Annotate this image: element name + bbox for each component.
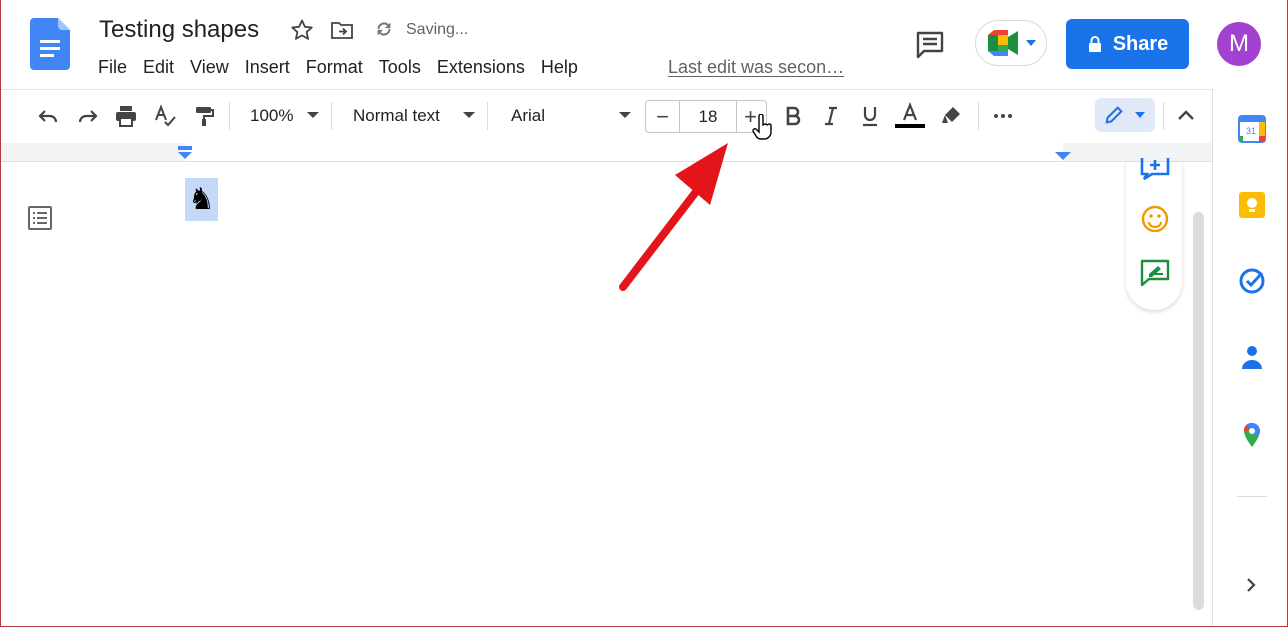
- editing-mode-button[interactable]: [1095, 98, 1155, 132]
- side-panel-divider: [1237, 496, 1267, 497]
- side-panel: 31: [1212, 89, 1288, 627]
- paint-format-icon[interactable]: [192, 104, 216, 128]
- floating-action-panel: [1126, 158, 1182, 310]
- contacts-icon[interactable]: [1238, 343, 1266, 371]
- outline-icon[interactable]: [26, 204, 54, 232]
- print-icon[interactable]: [114, 104, 138, 128]
- save-status: Saving...: [406, 21, 469, 38]
- avatar[interactable]: M: [1217, 22, 1261, 66]
- redo-icon[interactable]: [76, 104, 100, 128]
- style-dropdown-caret[interactable]: [463, 112, 475, 118]
- menu-file[interactable]: File: [90, 54, 135, 80]
- editing-mode-icon: [1105, 106, 1123, 124]
- underline-icon[interactable]: [858, 104, 882, 128]
- meet-dropdown-caret: [1026, 40, 1036, 46]
- menu-help[interactable]: Help: [533, 54, 586, 80]
- toolbar-separator: [1163, 102, 1164, 130]
- docs-logo-icon[interactable]: [30, 18, 70, 70]
- text-color-icon[interactable]: [895, 101, 925, 131]
- font-size-input[interactable]: 18: [679, 101, 737, 132]
- highlight-icon[interactable]: [939, 104, 963, 128]
- saving-sync-icon: [377, 22, 391, 36]
- editing-mode-caret: [1135, 112, 1145, 118]
- menu-format[interactable]: Format: [298, 54, 371, 80]
- toolbar-separator: [487, 102, 488, 130]
- toolbar-separator: [331, 102, 332, 130]
- toolbar-separator: [229, 102, 230, 130]
- document-title[interactable]: Testing shapes: [99, 14, 259, 46]
- font-dropdown-caret[interactable]: [619, 112, 631, 118]
- lock-icon: [1088, 36, 1101, 52]
- bold-icon[interactable]: [781, 104, 805, 128]
- maps-icon[interactable]: [1238, 421, 1266, 449]
- spellcheck-icon[interactable]: [153, 104, 177, 128]
- share-button[interactable]: Share: [1066, 19, 1189, 69]
- right-indent-marker-icon[interactable]: [1055, 152, 1071, 161]
- more-icon[interactable]: [991, 104, 1015, 128]
- decrease-font-size-button[interactable]: −: [646, 101, 679, 132]
- ruler-text-area: [185, 143, 1063, 161]
- svg-text:31: 31: [1246, 126, 1256, 136]
- tasks-icon[interactable]: [1238, 267, 1266, 295]
- share-label: Share: [1112, 32, 1169, 55]
- selected-knight-glyph[interactable]: ♞: [185, 178, 218, 221]
- font-size-stepper: − 18 +: [645, 100, 767, 133]
- font-family-select[interactable]: Arial: [511, 104, 545, 128]
- calendar-icon[interactable]: 31: [1238, 115, 1266, 143]
- paragraph-style-select[interactable]: Normal text: [353, 104, 440, 128]
- menu-view[interactable]: View: [182, 54, 237, 80]
- left-indent-marker-icon[interactable]: [176, 146, 194, 160]
- undo-icon[interactable]: [36, 104, 60, 128]
- menu-tools[interactable]: Tools: [371, 54, 429, 80]
- hand-cursor-icon: [752, 114, 772, 140]
- toolbar-separator: [978, 102, 979, 130]
- menu-extensions[interactable]: Extensions: [429, 54, 533, 80]
- toolbar: 100% Normal text Arial − 18 +: [0, 89, 1212, 143]
- vertical-scrollbar[interactable]: [1193, 212, 1204, 610]
- keep-icon[interactable]: [1238, 191, 1266, 219]
- comment-history-icon[interactable]: [912, 27, 948, 63]
- italic-icon[interactable]: [819, 104, 843, 128]
- emoji-reaction-icon[interactable]: [1140, 204, 1170, 234]
- collapse-icon[interactable]: [1174, 104, 1198, 128]
- zoom-dropdown-caret[interactable]: [307, 112, 319, 118]
- meet-icon: [988, 30, 1018, 56]
- menu-bar: File Edit View Insert Format Tools Exten…: [90, 54, 586, 80]
- menu-edit[interactable]: Edit: [135, 54, 182, 80]
- star-icon[interactable]: [290, 18, 314, 42]
- meet-button[interactable]: [975, 20, 1047, 66]
- suggest-edits-icon[interactable]: [1140, 259, 1170, 287]
- expand-panel-icon[interactable]: [1241, 575, 1261, 595]
- ruler: [0, 143, 1212, 162]
- add-comment-icon[interactable]: [1140, 158, 1170, 180]
- last-edit-link[interactable]: Last edit was secon…: [668, 54, 844, 80]
- menu-insert[interactable]: Insert: [237, 54, 298, 80]
- zoom-select[interactable]: 100%: [250, 104, 293, 128]
- move-to-folder-icon[interactable]: [330, 18, 354, 42]
